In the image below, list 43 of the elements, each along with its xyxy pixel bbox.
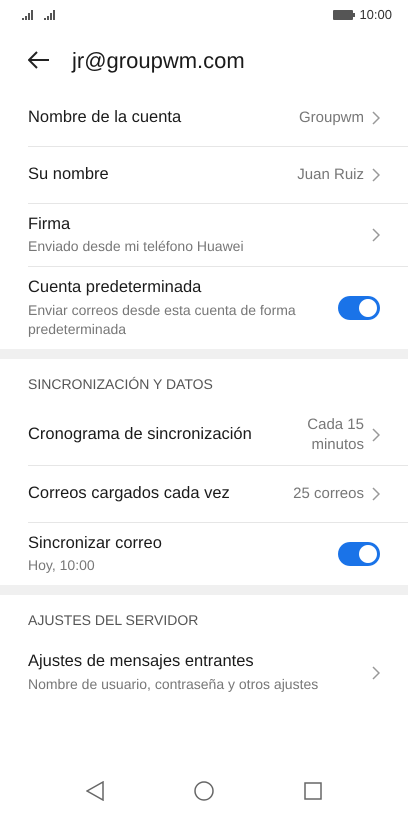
chevron-right-icon	[372, 428, 380, 442]
setting-title: Firma	[28, 214, 72, 235]
setting-value: Cada 15 minutos	[306, 414, 364, 455]
settings-row[interactable]: Nombre de la cuenta Groupwm	[28, 90, 408, 147]
setting-title: Cuenta predeterminada	[28, 277, 202, 298]
settings-row[interactable]: Ajustes de mensajes entrantes Nombre de usuario, contraseña y otros ajustes	[28, 641, 408, 704]
setting-title: Nombre de la cuenta	[28, 107, 182, 128]
setting-title: Sincronizar correo	[28, 533, 163, 554]
section-heading: SINCRONIZACIÓN Y DATOS	[27, 374, 214, 394]
battery-icon	[333, 10, 356, 20]
setting-title: Cronograma de sincronización	[28, 424, 253, 446]
setting-description: Enviado desde mi teléfono Huawei	[28, 237, 245, 256]
toggle-switch[interactable]	[338, 296, 380, 320]
account-title: jr@groupwm.com	[72, 46, 245, 75]
setting-value: Groupwm	[298, 108, 364, 128]
setting-title: Su nombre	[28, 164, 110, 186]
setting-description: Nombre de usuario, contraseña y otros ajustes	[28, 674, 320, 694]
signal-icon	[44, 10, 58, 20]
settings-row[interactable]: Sincronizar correo Hoy, 10:00	[28, 523, 408, 586]
setting-description: Enviar correos desde esta cuenta de forma predeterminada	[28, 300, 297, 339]
setting-title: Ajustes de mensajes entrantes	[28, 651, 255, 672]
setting-description: Hoy, 10:00	[28, 556, 96, 576]
section-heading: AJUSTES DEL SERVIDOR	[27, 611, 200, 630]
chevron-right-icon	[372, 666, 380, 680]
setting-value: Juan Ruiz	[297, 164, 364, 185]
toggle-switch[interactable]	[338, 542, 380, 566]
settings-row[interactable]: Cuenta predeterminada Enviar correos desde esta cuenta de forma predeterminada	[28, 267, 408, 349]
clock-time: 10:00	[359, 6, 392, 24]
settings-row[interactable]: Cronograma de sincronización Cada 15 minutos	[28, 404, 408, 466]
settings-row[interactable]: Su nombre Juan Ruiz	[28, 147, 408, 204]
settings-row[interactable]: Firma Enviado desde mi teléfono Huawei	[28, 204, 408, 268]
home-nav-icon[interactable]	[194, 781, 214, 801]
signal-icon	[22, 10, 36, 20]
setting-value: 25 correos	[293, 484, 364, 504]
settings-row[interactable]: Correos cargados cada vez 25 correos	[28, 466, 408, 524]
back-nav-icon[interactable]	[86, 781, 104, 801]
chevron-right-icon	[372, 228, 380, 242]
setting-title: Correos cargados cada vez	[28, 483, 231, 504]
chevron-right-icon	[372, 168, 380, 182]
chevron-right-icon	[372, 487, 380, 502]
recents-nav-icon[interactable]	[304, 782, 322, 800]
chevron-right-icon	[372, 111, 380, 125]
back-arrow-icon[interactable]	[28, 51, 50, 69]
